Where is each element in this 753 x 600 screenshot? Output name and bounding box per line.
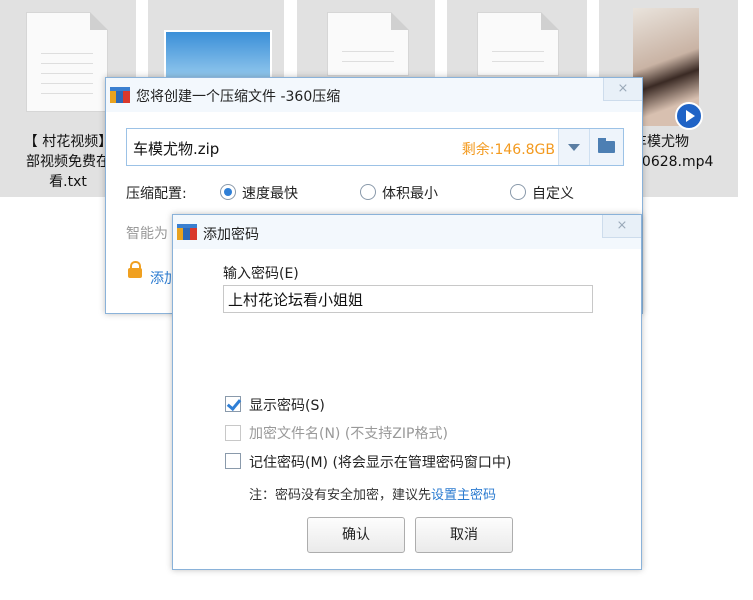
security-note: 注：密码没有安全加密，建议先设置主密码 [249,484,496,503]
archive-path-text: 车模尤物.zip [133,140,220,158]
zip-app-icon [177,224,197,240]
remember-password-label[interactable]: 记住密码(M) (将会显示在管理密码窗口中) [249,452,511,472]
folder-icon[interactable] [589,129,623,165]
text-file-icon [477,12,559,76]
encrypt-filenames-checkbox [225,425,241,441]
radio-custom[interactable] [510,184,526,200]
zip-app-icon [110,87,130,103]
show-password-checkbox[interactable] [225,396,241,412]
text-file-icon [327,12,409,76]
encrypt-filenames-label: 加密文件名(N) (不支持ZIP格式) [249,426,448,442]
set-master-password-link[interactable]: 设置主密码 [431,488,496,503]
remember-password-checkbox[interactable] [225,453,241,469]
archive-path-field[interactable]: 车模尤物.zip 剩余:146.8GB [126,128,624,166]
video-play-badge-icon [675,102,703,130]
titlebar[interactable]: 添加密码 ⨯ [173,215,641,249]
config-label: 压缩配置: [126,186,187,202]
dialog-title: 添加密码 [203,227,259,243]
radio-fastest[interactable] [220,184,236,200]
password-input[interactable] [223,285,593,313]
password-label: 输入密码(E) [223,266,299,282]
file-name-line: 车模尤物 [633,134,689,150]
file-name-line: 10628.mp4 [633,154,714,170]
confirm-button[interactable]: 确认 [307,517,405,553]
free-space-label: 剩余:146.8GB [461,142,555,158]
lock-icon [128,261,142,278]
radio-fastest-label[interactable]: 速度最快 [242,183,298,203]
radio-custom-label[interactable]: 自定义 [532,183,574,203]
security-note-text: 注：密码没有安全加密，建议先 [249,488,432,503]
close-icon[interactable]: ⨯ [602,215,641,238]
smart-text: 智能为 [126,226,168,242]
text-file-icon [26,12,108,112]
show-password-label[interactable]: 显示密码(S) [249,395,325,415]
radio-smallest[interactable] [360,184,376,200]
dropdown-icon[interactable] [558,129,589,165]
radio-smallest-label[interactable]: 体积最小 [382,183,438,203]
add-password-dialog: 添加密码 ⨯ 输入密码(E) 显示密码(S) 加密文件名(N) (不支持ZIP格… [172,214,642,570]
cancel-button[interactable]: 取消 [415,517,513,553]
window-title: 您将创建一个压缩文件 -360压缩 [136,89,341,105]
titlebar[interactable]: 您将创建一个压缩文件 -360压缩 ⨯ [106,78,642,112]
close-icon[interactable]: ⨯ [603,78,642,101]
